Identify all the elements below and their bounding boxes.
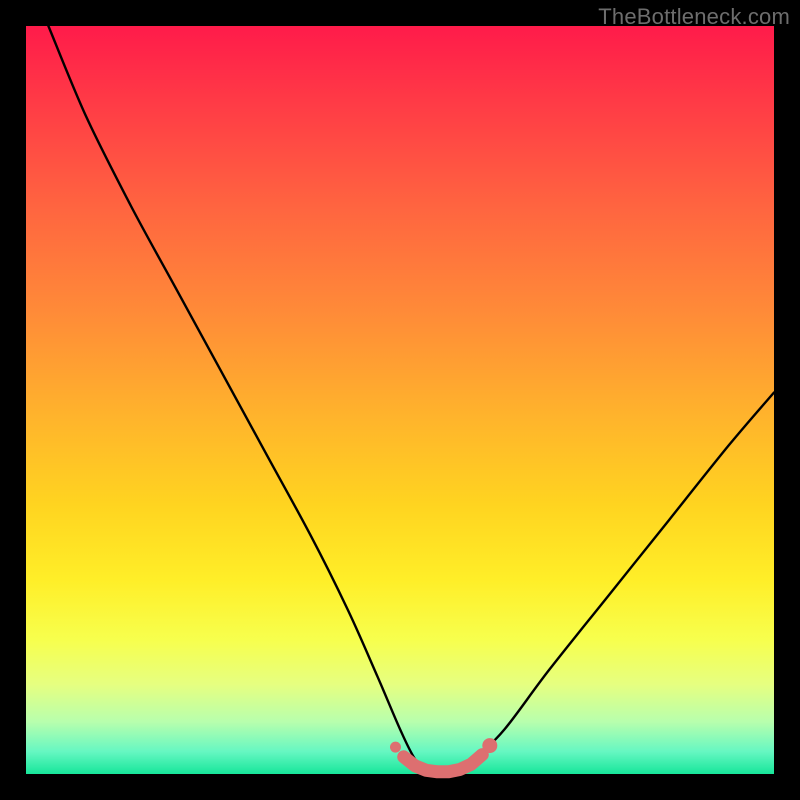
optimal-range-band (404, 755, 483, 772)
marker-dot (390, 742, 401, 753)
outer-frame: TheBottleneck.com (0, 0, 800, 800)
bottleneck-chart (26, 26, 774, 774)
bottleneck-curve (48, 26, 774, 775)
watermark-text: TheBottleneck.com (598, 4, 790, 30)
gradient-plot-area (26, 26, 774, 774)
marker-dot (482, 738, 497, 753)
